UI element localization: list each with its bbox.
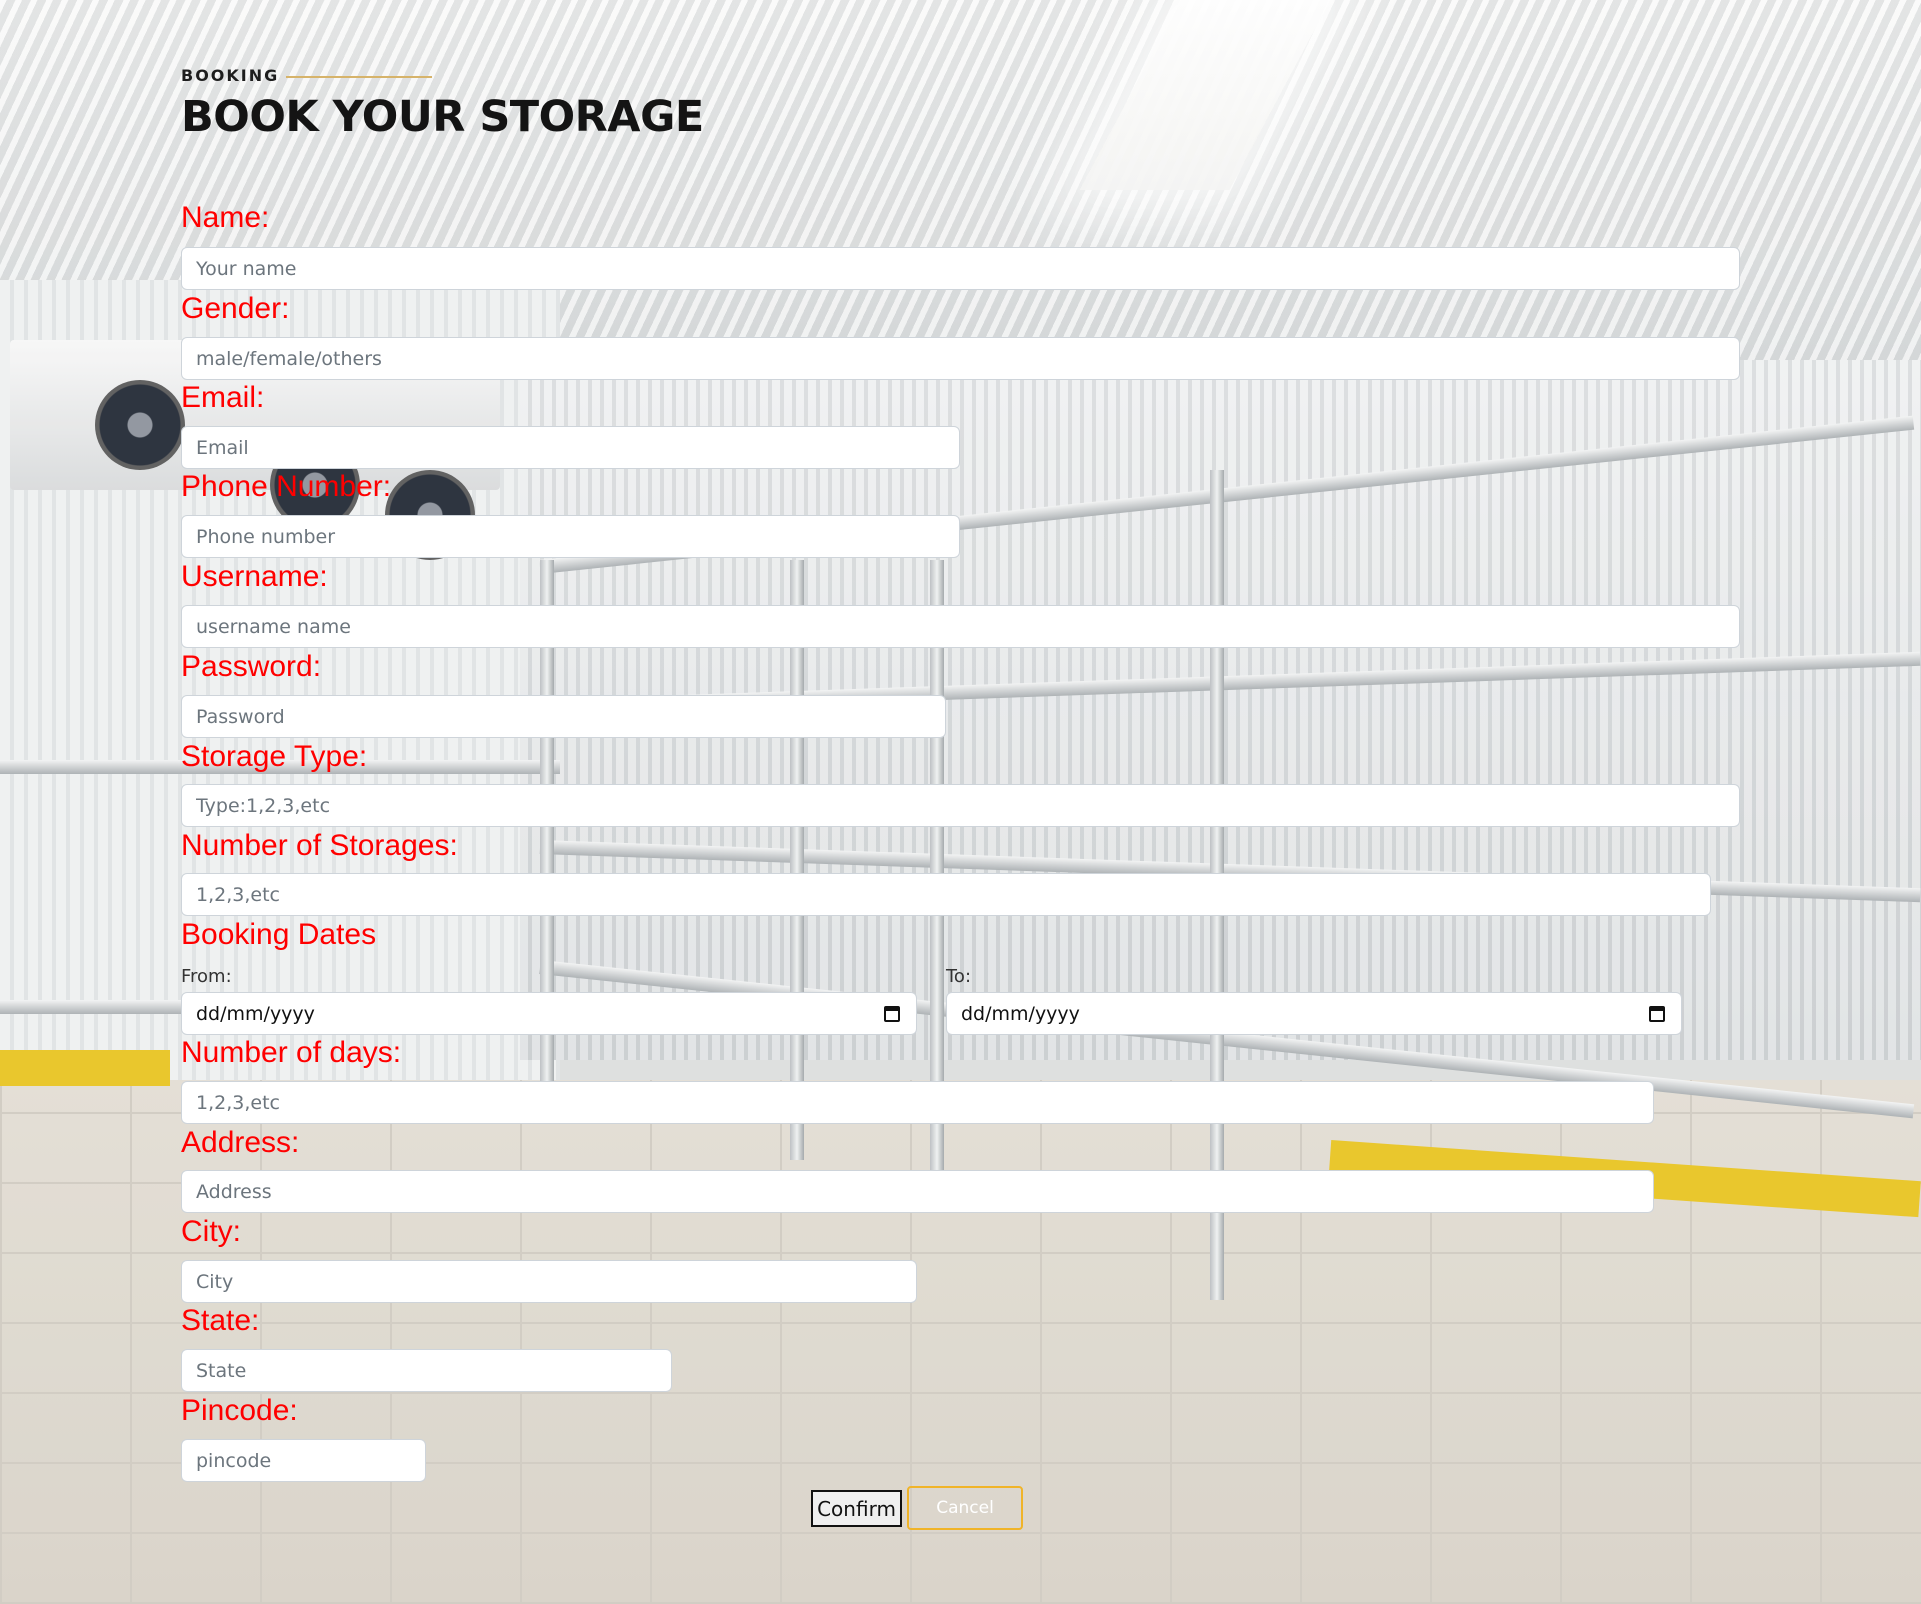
state-label: State: <box>181 1304 260 1337</box>
booking-section: BOOKING BOOK YOUR STORAGE Name: Gender: … <box>0 0 1921 1604</box>
page-title: BOOK YOUR STORAGE <box>181 92 704 142</box>
pincode-input[interactable] <box>181 1439 426 1482</box>
pincode-label: Pincode: <box>181 1394 298 1427</box>
calendar-icon[interactable] <box>1649 1005 1665 1022</box>
from-date-value: dd/mm/yyyy <box>196 1002 315 1025</box>
confirm-button[interactable]: Confirm <box>811 1490 902 1527</box>
cancel-button[interactable]: Cancel <box>907 1486 1023 1530</box>
section-kicker: BOOKING <box>181 66 280 85</box>
username-input[interactable] <box>181 605 1740 648</box>
storage-type-label: Storage Type: <box>181 740 368 773</box>
to-date-input[interactable]: dd/mm/yyyy <box>946 992 1682 1035</box>
city-label: City: <box>181 1215 241 1248</box>
address-label: Address: <box>181 1126 300 1159</box>
username-label: Username: <box>181 560 328 593</box>
to-date-value: dd/mm/yyyy <box>961 1002 1080 1025</box>
phone-input[interactable] <box>181 515 960 558</box>
address-input[interactable] <box>181 1170 1654 1213</box>
from-date-input[interactable]: dd/mm/yyyy <box>181 992 917 1035</box>
num-storages-input[interactable] <box>181 873 1711 916</box>
gender-label: Gender: <box>181 292 290 325</box>
num-days-label: Number of days: <box>181 1036 402 1069</box>
name-label: Name: <box>181 201 270 234</box>
name-input[interactable] <box>181 247 1740 290</box>
password-label: Password: <box>181 650 322 683</box>
city-input[interactable] <box>181 1260 917 1303</box>
to-label: To: <box>946 966 972 987</box>
gender-input[interactable] <box>181 337 1740 380</box>
phone-label: Phone Number: <box>181 470 392 503</box>
storage-type-input[interactable] <box>181 784 1740 827</box>
calendar-icon[interactable] <box>884 1005 900 1022</box>
num-storages-label: Number of Storages: <box>181 829 458 862</box>
password-input[interactable] <box>181 695 946 738</box>
from-label: From: <box>181 966 232 987</box>
kicker-divider <box>286 76 432 78</box>
email-label: Email: <box>181 381 265 414</box>
email-input[interactable] <box>181 426 960 469</box>
num-days-input[interactable] <box>181 1081 1654 1124</box>
state-input[interactable] <box>181 1349 672 1392</box>
booking-dates-label: Booking Dates <box>181 918 377 951</box>
